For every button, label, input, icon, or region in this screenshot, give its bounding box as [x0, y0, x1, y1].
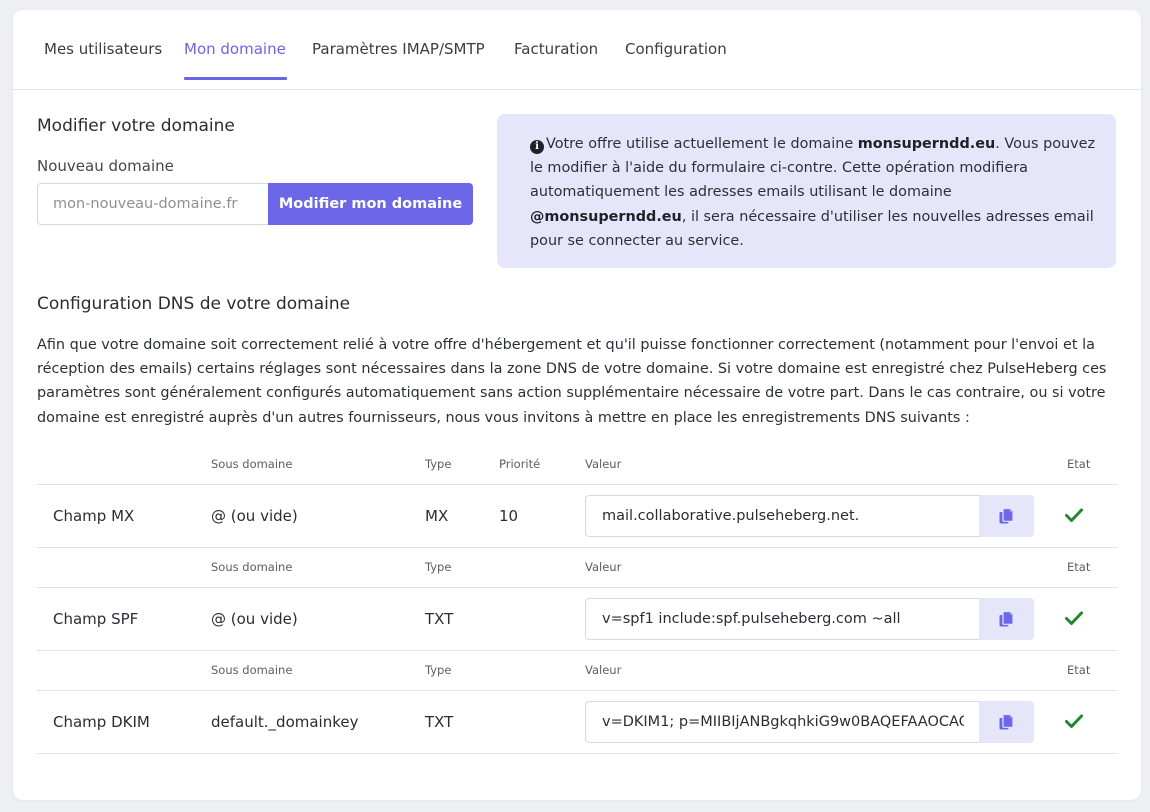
record-name: Champ SPF — [53, 610, 139, 628]
record-type: TXT — [425, 610, 454, 628]
header-value: Valeur — [585, 457, 622, 471]
table-header-row: Sous domaine Type Valeur Etat — [37, 548, 1118, 587]
copy-icon — [999, 611, 1014, 627]
header-type: Type — [425, 457, 452, 471]
info-icon: i — [530, 140, 544, 154]
active-tab-indicator — [184, 77, 287, 80]
header-subdomain: Sous domaine — [211, 560, 293, 574]
dns-intro-text: Afin que votre domaine soit correctement… — [37, 337, 1107, 426]
header-type: Type — [425, 663, 452, 677]
record-type: TXT — [425, 713, 454, 731]
info-box: i Votre offre utilise actuellement le dom… — [497, 114, 1116, 268]
record-name: Champ MX — [53, 507, 135, 525]
header-subdomain: Sous domaine — [211, 663, 293, 677]
header-subdomain: Sous domaine — [211, 457, 293, 471]
copy-button[interactable] — [979, 598, 1034, 640]
table-header-row: Sous domaine Type Valeur Etat — [37, 651, 1118, 690]
record-value-field[interactable] — [585, 495, 980, 537]
record-subdomain: default._domainkey — [211, 713, 359, 731]
tab-parametres-imap-smtp[interactable]: Paramètres IMAP/SMTP — [312, 40, 485, 58]
record-name: Champ DKIM — [53, 713, 150, 731]
info-at-domain: @monsuperndd.eu — [530, 208, 682, 225]
header-value: Valeur — [585, 560, 622, 574]
copy-button[interactable] — [979, 701, 1034, 743]
tab-facturation[interactable]: Facturation — [514, 40, 598, 58]
tab-bar: Mes utilisateurs Mon domaine Paramètres … — [13, 10, 1141, 90]
record-subdomain: @ (ou vide) — [211, 610, 298, 628]
header-status: Etat — [1067, 457, 1091, 471]
tab-configuration[interactable]: Configuration — [625, 40, 727, 58]
record-value-field[interactable] — [585, 598, 980, 640]
modify-domain-button[interactable]: Modifier mon domaine — [268, 183, 473, 225]
record-subdomain: @ (ou vide) — [211, 507, 298, 525]
check-icon — [1065, 611, 1083, 625]
copy-icon — [999, 508, 1014, 524]
new-domain-input[interactable] — [37, 183, 269, 225]
main-card: Mes utilisateurs Mon domaine Paramètres … — [13, 10, 1141, 800]
record-priority: 10 — [499, 507, 519, 525]
dns-records-table: Sous domaine Type Priorité Valeur Etat C… — [37, 450, 1118, 754]
info-text-1: Votre offre utilise actuellement le doma… — [546, 136, 858, 152]
copy-button[interactable] — [979, 495, 1034, 537]
check-icon — [1065, 714, 1083, 728]
tab-mes-utilisateurs[interactable]: Mes utilisateurs — [44, 40, 162, 58]
record-value-field[interactable] — [585, 701, 980, 743]
table-row-dkim: Champ DKIM default._domainkey TXT — [37, 690, 1118, 754]
header-status: Etat — [1067, 560, 1091, 574]
header-type: Type — [425, 560, 452, 574]
table-header-row: Sous domaine Type Priorité Valeur Etat — [37, 450, 1118, 484]
info-current-domain: monsuperndd.eu — [857, 136, 996, 152]
table-row-mx: Champ MX @ (ou vide) MX 10 — [37, 484, 1118, 548]
header-priority: Priorité — [499, 457, 541, 471]
header-value: Valeur — [585, 663, 622, 677]
record-type: MX — [425, 507, 449, 525]
tab-mon-domaine[interactable]: Mon domaine — [184, 40, 286, 58]
check-icon — [1065, 508, 1083, 522]
domain-form-title: Modifier votre domaine — [37, 116, 235, 136]
header-status: Etat — [1067, 663, 1091, 677]
copy-icon — [999, 714, 1014, 730]
new-domain-label: Nouveau domaine — [37, 157, 174, 175]
dns-section-title: Configuration DNS de votre domaine — [37, 294, 351, 314]
table-row-spf: Champ SPF @ (ou vide) TXT — [37, 587, 1118, 651]
